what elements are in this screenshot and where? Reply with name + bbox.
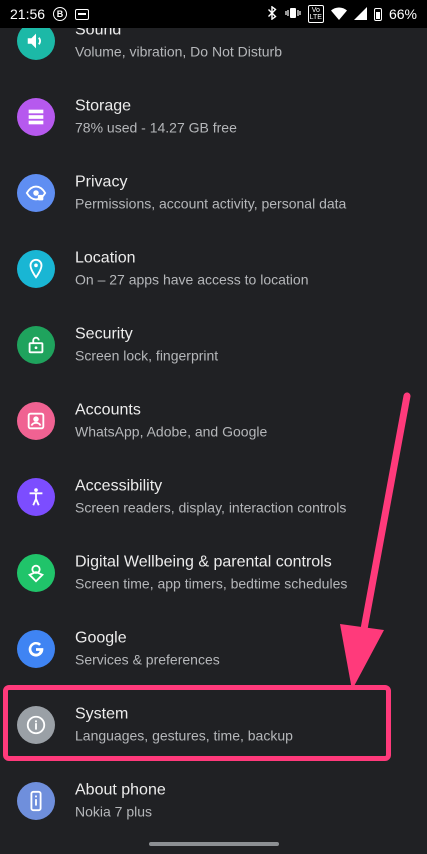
storage-icon (17, 98, 55, 136)
accessibility-icon (17, 478, 55, 516)
settings-item-summary: Screen readers, display, interaction con… (75, 499, 347, 516)
gesture-handle[interactable] (148, 842, 279, 846)
location-pin-icon (17, 250, 55, 288)
account-icon (17, 402, 55, 440)
notification-card-icon (75, 8, 90, 20)
settings-item-summary: Screen time, app timers, bedtime schedul… (75, 575, 348, 592)
settings-item-title: Security (75, 325, 133, 343)
settings-item-accounts[interactable]: Accounts WhatsApp, Adobe, and Google (0, 383, 427, 459)
settings-item-location[interactable]: Location On – 27 apps have access to loc… (0, 231, 427, 307)
settings-item-title: Accounts (75, 401, 141, 419)
settings-item-storage[interactable]: Storage 78% used - 14.27 GB free (0, 79, 427, 155)
settings-item-title: About phone (75, 781, 166, 799)
wifi-icon (330, 6, 347, 22)
settings-item-about-phone[interactable]: About phone Nokia 7 plus (0, 763, 427, 839)
vibrate-icon (285, 7, 301, 21)
settings-item-system[interactable]: System Languages, gestures, time, backup (0, 687, 427, 763)
bluetooth-icon (266, 5, 278, 22)
settings-item-summary: On – 27 apps have access to location (75, 271, 309, 288)
phone-icon (17, 782, 55, 820)
info-icon (17, 706, 55, 744)
settings-item-summary: WhatsApp, Adobe, and Google (75, 423, 268, 440)
cell-signal-icon (353, 6, 367, 22)
settings-item-title: Accessibility (75, 477, 163, 495)
padlock-icon (17, 326, 55, 364)
google-icon (17, 630, 55, 668)
clock: 21:56 (10, 6, 46, 22)
settings-item-summary: Permissions, account activity, personal … (75, 195, 347, 212)
settings-item-title: Digital Wellbeing & parental controls (75, 553, 332, 571)
status-bar: 21:56 B Vo LTE 66% (0, 0, 427, 28)
settings-item-summary: 78% used - 14.27 GB free (75, 119, 237, 136)
settings-item-security[interactable]: Security Screen lock, fingerprint (0, 307, 427, 383)
settings-item-title: Google (75, 629, 127, 647)
notification-b-icon: B (53, 7, 68, 21)
navigation-bar (0, 834, 427, 854)
privacy-eye-icon (17, 174, 55, 212)
settings-item-title: Storage (75, 97, 132, 115)
settings-item-google[interactable]: Google Services & preferences (0, 611, 427, 687)
settings-item-title: System (75, 705, 129, 723)
settings-item-summary: Services & preferences (75, 651, 220, 668)
settings-item-title: Privacy (75, 173, 128, 191)
settings-item-accessibility[interactable]: Accessibility Screen readers, display, i… (0, 459, 427, 535)
battery-icon (373, 7, 382, 21)
wellbeing-icon (17, 554, 55, 592)
settings-item-privacy[interactable]: Privacy Permissions, account activity, p… (0, 155, 427, 231)
settings-item-digital-wellbeing[interactable]: Digital Wellbeing & parental controls Sc… (0, 535, 427, 611)
settings-item-summary: Volume, vibration, Do Not Disturb (75, 43, 282, 60)
volte-icon: Vo LTE (307, 5, 324, 23)
settings-item-summary: Nokia 7 plus (75, 803, 153, 820)
settings-item-summary: Languages, gestures, time, backup (75, 727, 293, 744)
settings-item-summary: Screen lock, fingerprint (75, 347, 219, 364)
battery-percent: 66% (388, 6, 417, 22)
settings-item-title: Location (75, 249, 136, 267)
